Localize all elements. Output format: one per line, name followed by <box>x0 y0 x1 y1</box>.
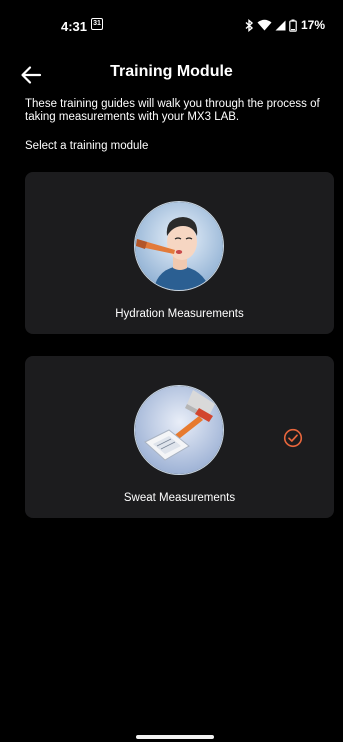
module-card-sweat[interactable]: Sweat Measurements <box>25 356 334 518</box>
battery-icon <box>289 19 297 32</box>
intro-text: These training guides will walk you thro… <box>25 98 320 123</box>
app-header: Training Module <box>8 58 335 92</box>
home-indicator[interactable] <box>136 735 214 739</box>
module-label: Hydration Measurements <box>115 308 244 320</box>
sweat-illustration <box>134 385 224 475</box>
status-bar: 4:31 31 17% <box>8 0 335 40</box>
wifi-icon <box>257 19 272 31</box>
module-card-hydration[interactable]: Hydration Measurements <box>25 172 334 334</box>
status-time: 4:31 <box>61 19 88 34</box>
completed-check-icon <box>283 428 303 448</box>
bluetooth-icon <box>245 18 254 32</box>
page-title: Training Module <box>110 63 233 80</box>
battery-percent: 17% <box>300 18 325 32</box>
module-label: Sweat Measurements <box>123 492 236 504</box>
calendar-icon: 31 <box>91 18 103 30</box>
app-screen: 4:31 31 17% Training Module These traini… <box>8 0 335 742</box>
signal-icon <box>275 20 286 30</box>
hydration-illustration <box>134 201 224 291</box>
select-module-label: Select a training module <box>25 140 149 152</box>
status-icons: 17% <box>245 17 325 33</box>
